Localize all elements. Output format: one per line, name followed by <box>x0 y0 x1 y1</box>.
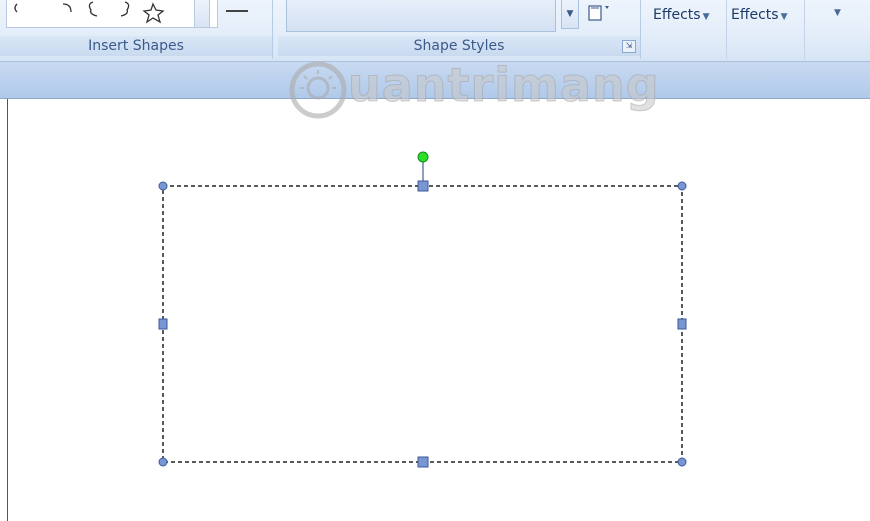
resize-handle-left[interactable] <box>158 318 168 330</box>
resize-handle-bottom[interactable] <box>417 456 429 468</box>
resize-handle-right[interactable] <box>677 318 687 330</box>
resize-handle-top-right[interactable] <box>677 181 687 191</box>
resize-handle-bottom-left[interactable] <box>158 457 168 467</box>
selected-shape-layer <box>158 151 687 468</box>
resize-handle-top-left[interactable] <box>158 181 168 191</box>
resize-handle-bottom-right[interactable] <box>677 457 687 467</box>
rectangle-shape[interactable] <box>162 185 683 463</box>
rotation-handle[interactable] <box>417 151 429 163</box>
resize-handle-top[interactable] <box>417 180 429 192</box>
